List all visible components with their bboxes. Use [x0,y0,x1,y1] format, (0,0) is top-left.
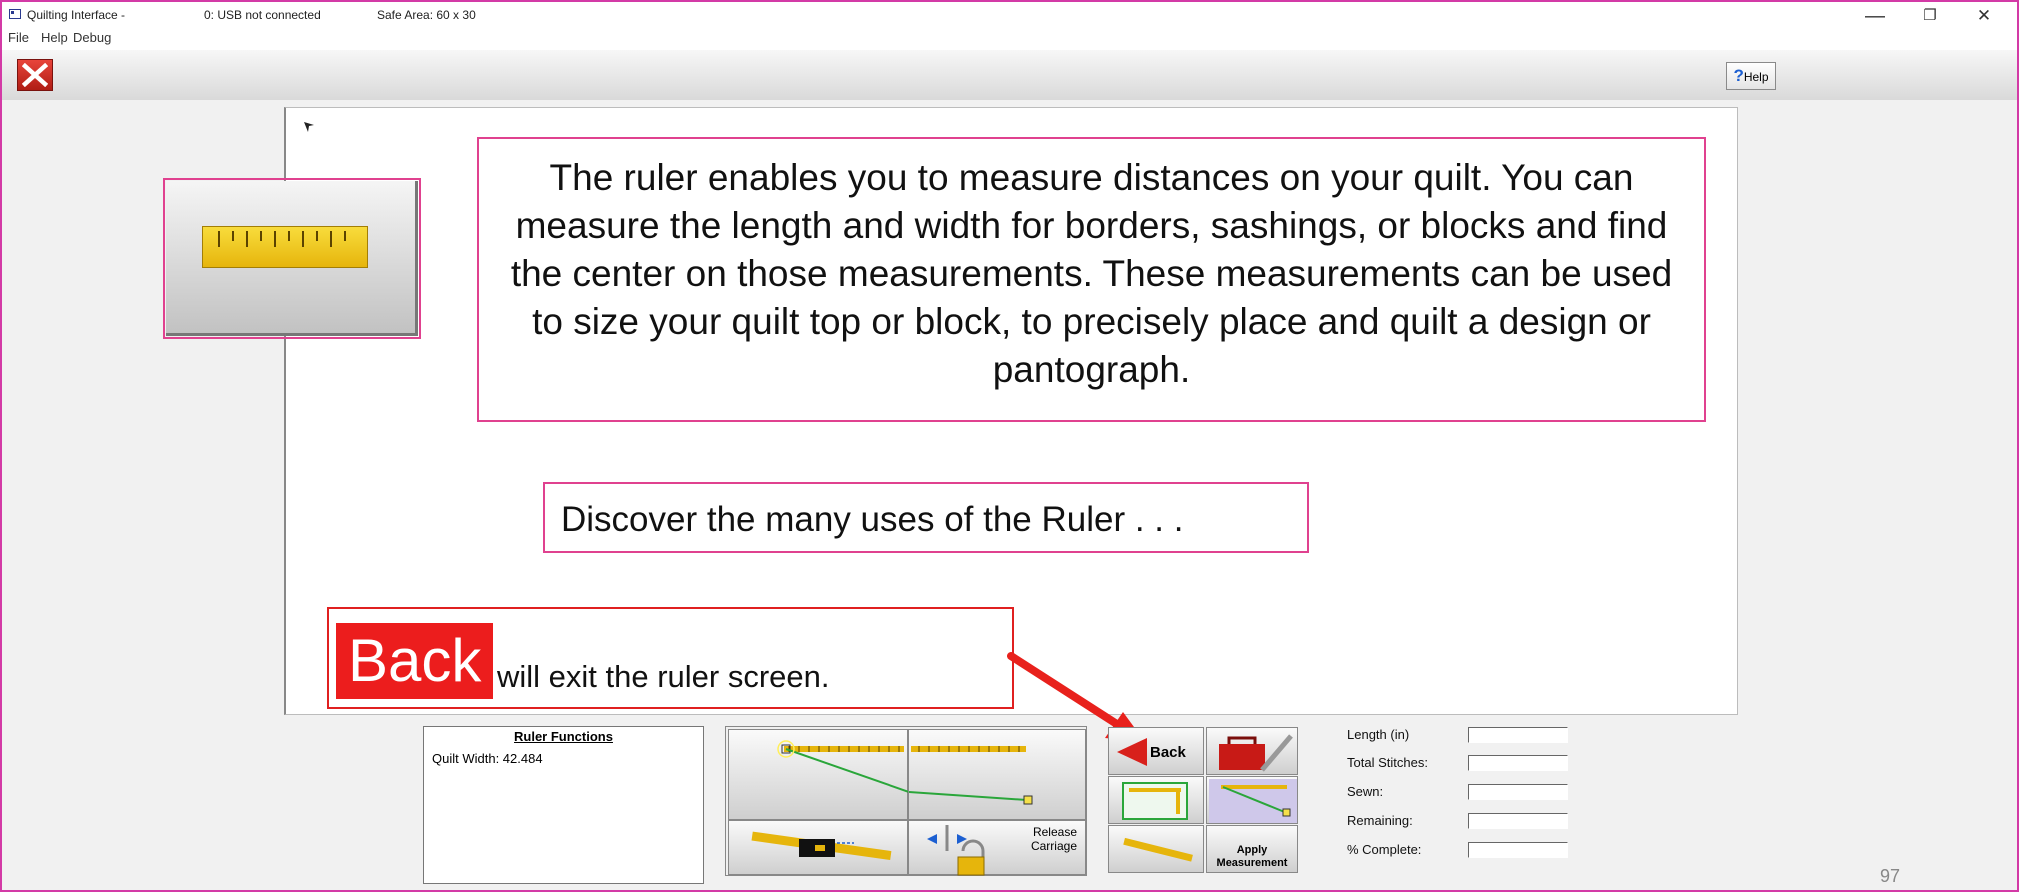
toolbox-icon [1219,734,1293,772]
total-stitches-field [1468,755,1568,771]
angled-ruler-icon [1123,837,1193,862]
quilt-width-readout: Quilt Width: 42.484 [432,751,543,766]
ruler-tool-grid: Release Carriage [725,726,1087,876]
release-label: Release [1032,825,1077,839]
help-label: Help [1743,70,1769,84]
ruler-line-icon [777,740,909,793]
percent-complete-label: % Complete: [1347,842,1422,857]
ruler-line-end-icon [909,746,1033,805]
measure-diagonal-tool[interactable] [1206,776,1298,824]
measurement-label: Measurement [1216,857,1288,869]
toolbar [2,50,2017,100]
angled-ruler-tool[interactable] [1108,825,1204,873]
back-explanation-callout: Back will exit the ruler screen. [327,607,1014,709]
release-carriage-button[interactable]: Release Carriage [908,820,1086,876]
close-icon [22,63,48,87]
cursor-icon [303,121,315,136]
slide-number: 97 [1880,866,1901,886]
minimize-button[interactable]: — [1855,2,1895,30]
rectangle-ruler-icon [1122,782,1188,820]
exit-button[interactable] [17,59,53,91]
back-arrow-icon [1117,738,1147,766]
ruler-functions-title: Ruler Functions [514,729,613,744]
measure-line-end-tool[interactable] [908,729,1086,820]
close-window-button[interactable]: ✕ [1964,2,2004,30]
restore-button[interactable]: ❐ [1910,2,1950,30]
back-badge: Back [336,623,494,699]
diagonal-ruler-icon [1209,779,1297,823]
discover-callout: Discover the many uses of the Ruler . . … [543,482,1309,553]
sewn-field [1468,784,1568,800]
menu-debug[interactable]: Debug [73,30,111,45]
sewn-label: Sewn: [1347,784,1384,799]
back-explanation-text: will exit the ruler screen. [497,659,830,694]
question-icon: ? [1733,66,1744,85]
usb-status: 0: USB not connected [204,8,321,22]
total-stitches-label: Total Stitches: [1347,755,1428,770]
safe-area-status: Safe Area: 60 x 30 [377,8,476,22]
length-label: Length (in) [1347,727,1410,742]
ruler-description-callout: The ruler enables you to measure distanc… [477,137,1706,422]
ruler-functions-panel: Ruler Functions Quilt Width: 42.484 [423,726,704,884]
measure-line-tool[interactable] [728,729,909,820]
remaining-label: Remaining: [1347,813,1413,828]
measure-rectangle-tool[interactable] [1108,776,1204,824]
remaining-field [1468,813,1568,829]
ruler-carriage-icon [751,831,892,861]
apply-label: Apply [1236,844,1268,856]
apply-measurement-button[interactable]: Apply Measurement [1206,825,1298,873]
percent-complete-field [1468,842,1568,858]
menu-help[interactable]: Help [41,30,68,45]
app-icon [9,9,21,19]
menu-file[interactable]: File [8,30,29,45]
window-title: Quilting Interface - [27,8,126,22]
release-lock-icon [927,825,985,876]
back-button[interactable]: Back [1108,727,1204,775]
ruler-carriage-tool[interactable] [728,820,908,875]
carriage-label: Carriage [1030,839,1077,853]
back-button-label: Back [1150,744,1186,761]
help-button[interactable]: ?Help [1726,62,1776,90]
length-field [1468,727,1568,743]
settings-toolbox-button[interactable] [1206,727,1298,775]
ruler-highlight-box [163,178,421,339]
